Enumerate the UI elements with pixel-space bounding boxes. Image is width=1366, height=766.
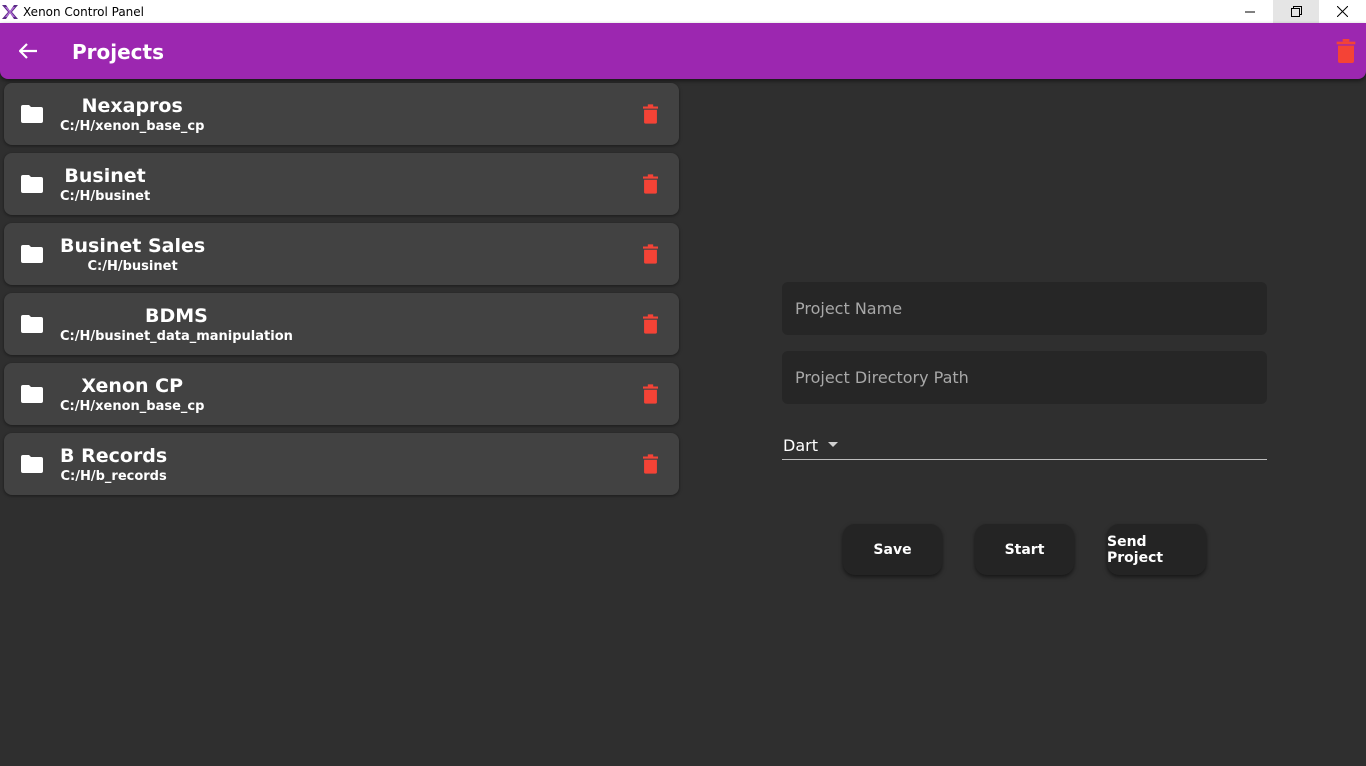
folder-icon <box>21 455 43 473</box>
delete-project-button[interactable] <box>643 384 658 404</box>
project-name: Businet <box>64 165 146 187</box>
project-card[interactable]: Nexapros C:/H/xenon_base_cp <box>4 83 679 145</box>
window-title: Xenon Control Panel <box>23 4 144 19</box>
language-selected: Dart <box>783 436 818 455</box>
back-button[interactable] <box>16 39 40 63</box>
restore-icon <box>1290 6 1302 17</box>
project-card[interactable]: B Records C:/H/b_records <box>4 433 679 495</box>
restore-button[interactable] <box>1273 0 1319 23</box>
project-text: B Records C:/H/b_records <box>60 444 167 486</box>
minimize-button[interactable] <box>1227 0 1273 23</box>
project-text: Nexapros C:/H/xenon_base_cp <box>60 94 204 136</box>
project-card[interactable]: Businet Sales C:/H/businet <box>4 223 679 285</box>
delete-project-button[interactable] <box>643 454 658 474</box>
send-project-button[interactable]: Send Project <box>1107 524 1206 575</box>
close-icon <box>1336 6 1348 17</box>
project-card[interactable]: BDMS C:/H/businet_data_manipulation <box>4 293 679 355</box>
project-name: Xenon CP <box>81 375 184 397</box>
project-name: Nexapros <box>81 95 183 117</box>
project-text: Businet Sales C:/H/businet <box>60 234 205 276</box>
project-text: Xenon CP C:/H/xenon_base_cp <box>60 374 204 416</box>
xenon-logo-icon <box>2 4 18 19</box>
project-path: C:/H/businet <box>87 259 178 274</box>
delete-project-button[interactable] <box>643 104 658 124</box>
close-window-button[interactable] <box>1319 0 1365 23</box>
project-card[interactable]: Businet C:/H/businet <box>4 153 679 215</box>
folder-icon <box>21 105 43 123</box>
project-name: BDMS <box>145 305 208 327</box>
arrow-back-icon <box>19 43 37 59</box>
minimize-icon <box>1245 11 1255 12</box>
dropdown-caret-icon <box>828 442 838 447</box>
delete-all-button[interactable] <box>1336 39 1356 63</box>
folder-icon <box>21 385 43 403</box>
page-title: Projects <box>72 40 165 64</box>
app-bar: Projects <box>0 23 1366 79</box>
project-path-input[interactable] <box>782 351 1267 404</box>
project-path: C:/H/xenon_base_cp <box>60 399 205 414</box>
project-card[interactable]: Xenon CP C:/H/xenon_base_cp <box>4 363 679 425</box>
delete-project-button[interactable] <box>643 314 658 334</box>
project-path-field[interactable] <box>782 351 1267 404</box>
project-path: C:/H/businet_data_manipulation <box>60 329 293 344</box>
delete-project-button[interactable] <box>643 174 658 194</box>
delete-project-button[interactable] <box>643 244 658 264</box>
folder-icon <box>21 175 43 193</box>
project-text: BDMS C:/H/businet_data_manipulation <box>60 304 293 346</box>
language-dropdown[interactable]: Dart <box>782 430 1267 460</box>
folder-icon <box>21 245 43 263</box>
project-name-input[interactable] <box>782 282 1267 335</box>
project-path: C:/H/businet <box>60 189 151 204</box>
project-name-field[interactable] <box>782 282 1267 335</box>
folder-icon <box>21 315 43 333</box>
project-name: Businet Sales <box>60 235 206 257</box>
project-text: Businet C:/H/businet <box>60 164 150 206</box>
start-button[interactable]: Start <box>975 524 1074 575</box>
project-path: C:/H/xenon_base_cp <box>60 119 205 134</box>
project-path: C:/H/b_records <box>60 469 167 484</box>
project-name: B Records <box>60 445 168 467</box>
window-title-bar: Xenon Control Panel <box>0 0 1366 23</box>
save-button[interactable]: Save <box>843 524 942 575</box>
